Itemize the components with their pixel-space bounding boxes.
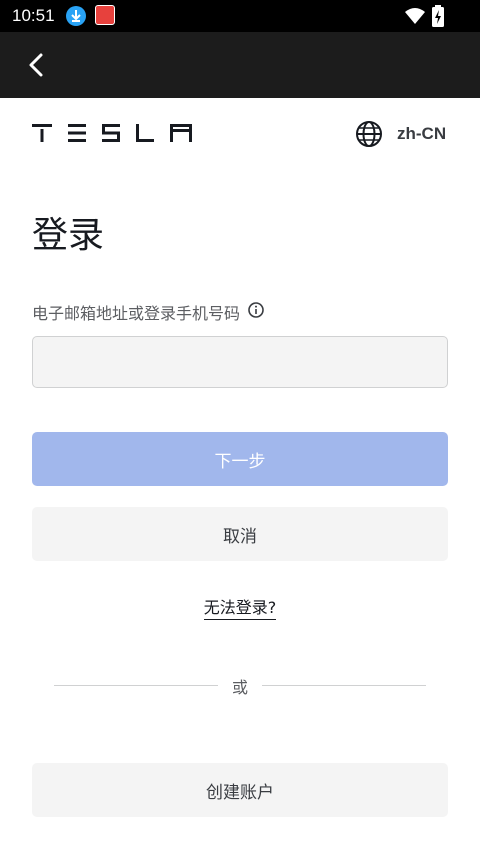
chevron-left-icon: [29, 53, 43, 77]
app-bar: [0, 32, 480, 98]
status-bar: 10:51: [0, 0, 480, 32]
cant-login-row: 无法登录?: [0, 594, 480, 620]
page-title: 登录: [32, 215, 105, 256]
download-icon: [66, 6, 86, 26]
battery-charging-icon: [432, 5, 444, 31]
language-label: zh-CN: [397, 124, 447, 143]
next-button[interactable]: 下一步: [32, 432, 448, 486]
cancel-button[interactable]: 取消: [32, 507, 448, 561]
divider-line-right: [262, 685, 426, 686]
or-label: 或: [231, 678, 248, 697]
login-page: zh-CN 登录 电子邮箱地址或登录手机号码 下一步 取消 无法登录? 或 创建…: [0, 98, 480, 854]
create-account-button[interactable]: 创建账户: [32, 763, 448, 817]
globe-icon: [356, 121, 382, 147]
app-notification-icon: [95, 5, 115, 25]
email-phone-input[interactable]: [32, 336, 448, 388]
tesla-logo: [32, 124, 192, 146]
language-selector[interactable]: zh-CN: [355, 120, 446, 148]
or-divider: 或: [54, 678, 426, 697]
email-phone-label: 电子邮箱地址或登录手机号码: [32, 300, 264, 324]
cant-login-link[interactable]: 无法登录?: [203, 598, 277, 620]
back-button[interactable]: [22, 50, 52, 80]
email-phone-label-text: 电子邮箱地址或登录手机号码: [32, 304, 241, 323]
info-icon[interactable]: [248, 302, 264, 322]
status-time: 10:51: [12, 6, 55, 25]
wifi-icon: [404, 6, 426, 30]
